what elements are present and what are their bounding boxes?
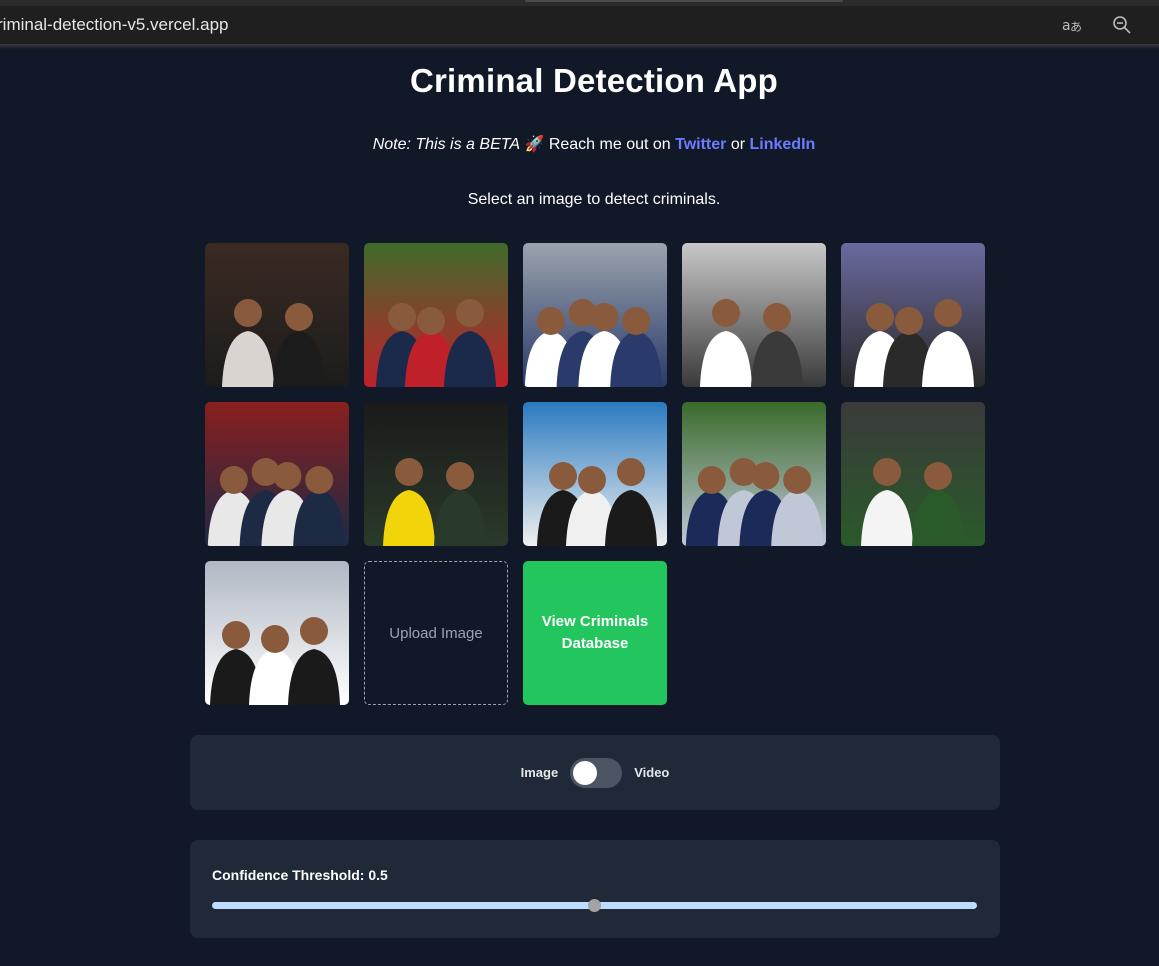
- sample-image-6[interactable]: [205, 402, 349, 546]
- linkedin-link[interactable]: LinkedIn: [750, 136, 816, 153]
- confidence-threshold-label: Confidence Threshold: 0.5: [212, 867, 388, 883]
- rocket-icon: 🚀: [524, 136, 545, 153]
- translate-icon[interactable]: aあ: [1061, 14, 1083, 36]
- sample-image-4[interactable]: [682, 243, 826, 387]
- view-criminals-database-button[interactable]: View Criminals Database: [523, 561, 667, 705]
- sample-image-2[interactable]: [364, 243, 508, 387]
- active-tab-indicator: [525, 0, 843, 2]
- toggle-knob: [573, 760, 598, 785]
- url-text[interactable]: riminal-detection-v5.vercel.app: [0, 15, 229, 35]
- confidence-threshold-panel: Confidence Threshold: 0.5: [190, 840, 1000, 938]
- sample-image-1[interactable]: [205, 243, 349, 387]
- confidence-slider[interactable]: [212, 899, 977, 912]
- sample-image-7[interactable]: [364, 402, 508, 546]
- twitter-link[interactable]: Twitter: [675, 136, 726, 153]
- image-mode-label: Image: [520, 765, 559, 780]
- sample-image-3[interactable]: [523, 243, 667, 387]
- instruction-text: Select an image to detect criminals.: [467, 191, 721, 208]
- sample-image-5[interactable]: [841, 243, 985, 387]
- beta-note-text: Note: This is a BETA: [372, 136, 520, 153]
- upload-image-button[interactable]: Upload Image: [364, 561, 508, 705]
- beta-note: Note: This is a BETA 🚀 Reach me out on T…: [0, 134, 1159, 154]
- page-title: Criminal Detection App: [409, 62, 779, 99]
- video-mode-label: Video: [634, 765, 670, 780]
- sample-image-10[interactable]: [841, 402, 985, 546]
- image-video-toggle[interactable]: [570, 757, 623, 788]
- mode-toggle-panel: Image Video: [190, 735, 1000, 810]
- svg-text:あ: あ: [1070, 20, 1082, 34]
- sample-image-8[interactable]: [523, 402, 667, 546]
- beta-note-middle: Reach me out on: [544, 136, 676, 153]
- confidence-slider-thumb[interactable]: [588, 899, 601, 912]
- zoom-out-icon[interactable]: [1111, 14, 1133, 36]
- beta-note-or: or: [726, 136, 750, 153]
- sample-image-gallery: Upload Image View Criminals Database: [205, 243, 985, 705]
- upload-image-label: Upload Image: [389, 624, 483, 642]
- sample-image-9[interactable]: [682, 402, 826, 546]
- address-bar-divider: [0, 44, 1159, 49]
- sample-image-11[interactable]: [205, 561, 349, 705]
- browser-address-bar[interactable]: riminal-detection-v5.vercel.app aあ: [0, 6, 1159, 44]
